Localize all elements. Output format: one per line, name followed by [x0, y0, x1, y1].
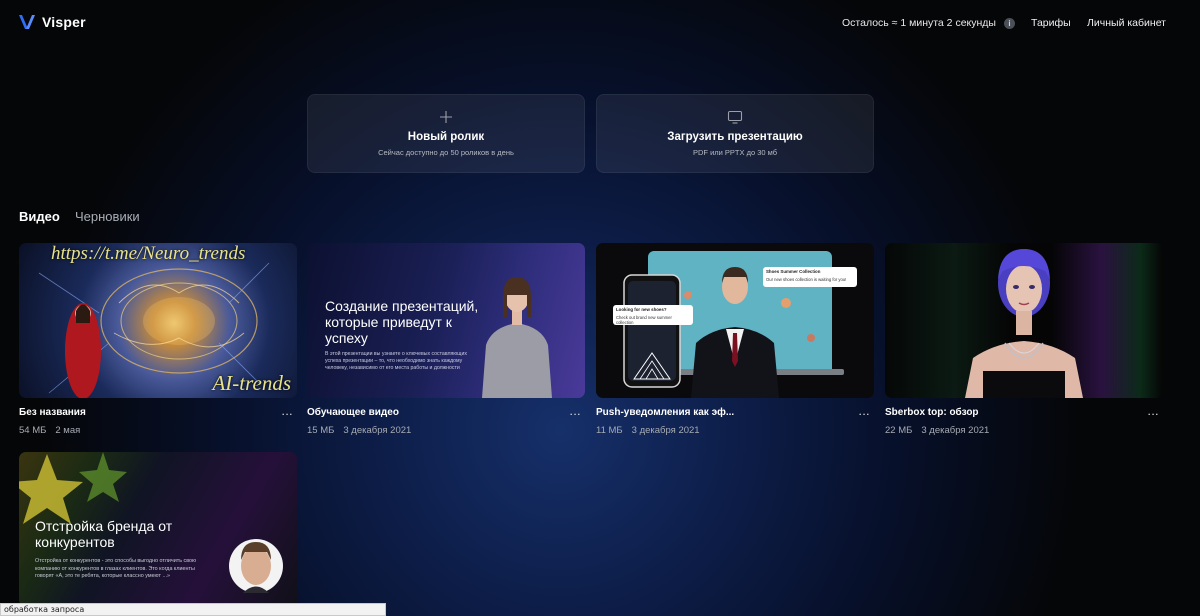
video-thumbnail[interactable] [885, 243, 1163, 398]
visper-logo-icon [19, 15, 35, 29]
avatar-illustration [965, 249, 1083, 398]
upload-presentation-title: Загрузить презентацию [667, 131, 803, 143]
notification-body: Our new shoes collection is waiting for … [766, 277, 847, 282]
thumb-overlay-url: https://t.me/Neuro_trends [51, 243, 246, 264]
video-date: 2 мая [55, 425, 81, 436]
notification-title: Looking for new shoes? [616, 307, 667, 312]
video-thumbnail[interactable]: Отстройка бренда от конкурентов Отстройк… [19, 452, 297, 604]
tab-videos[interactable]: Видео [19, 209, 60, 224]
monitor-icon [727, 110, 743, 124]
more-options-button[interactable]: ... [1147, 405, 1159, 417]
video-meta: 15 МБ 3 декабря 2021 [307, 425, 411, 436]
thumb-heading: Отстройка бренда от конкурентов [35, 518, 173, 550]
browser-status-bar: обработка запроса [0, 603, 386, 616]
thumb-body: В этой презентации вы узнаете о ключевых… [325, 351, 467, 371]
time-remaining-label: Осталось ≈ 1 минута 2 секунды [842, 17, 996, 29]
video-title: Обучающее видео [307, 407, 399, 418]
notification-title: Shoes Summer Collection [766, 269, 821, 274]
time-remaining: Осталось ≈ 1 минута 2 секунды i [842, 17, 1015, 29]
new-video-title: Новый ролик [407, 131, 485, 143]
logo[interactable]: Visper [19, 14, 86, 30]
nav-account-link[interactable]: Личный кабинет [1087, 17, 1166, 29]
video-size: 54 МБ [19, 425, 47, 436]
more-options-button[interactable]: ... [281, 405, 293, 417]
video-thumbnail[interactable]: Shoes Summer Collection Our new shoes co… [596, 243, 874, 398]
video-card[interactable]: Отстройка бренда от конкурентов Отстройк… [19, 452, 297, 604]
nav-tariffs-link[interactable]: Тарифы [1031, 17, 1071, 29]
video-card[interactable]: https://t.me/Neuro_trends AI-trends Без … [19, 243, 297, 436]
upload-presentation-card[interactable]: Загрузить презентацию PDF или PPTX до 30… [596, 94, 874, 173]
video-title: Без названия [19, 407, 86, 418]
more-options-button[interactable]: ... [858, 405, 870, 417]
thumb-body: Отстройка от конкурентов - это способы в… [35, 558, 197, 579]
video-thumbnail[interactable]: https://t.me/Neuro_trends AI-trends [19, 243, 297, 398]
push-notification-card: Shoes Summer Collection Our new shoes co… [763, 267, 857, 287]
top-header: Visper Осталось ≈ 1 минута 2 секунды i Т… [0, 0, 1200, 48]
info-icon[interactable]: i [1003, 17, 1015, 29]
video-card[interactable]: Shoes Summer Collection Our new shoes co… [596, 243, 874, 436]
push-notification-card: Looking for new shoes? Check out brand n… [613, 305, 693, 325]
thumb-overlay-brand: AI-trends [212, 371, 291, 395]
video-title: Push-уведомления как эф... [596, 407, 735, 418]
video-meta: 11 МБ 3 декабря 2021 [596, 425, 700, 436]
presenter-figure [482, 277, 552, 398]
video-size: 15 МБ [307, 425, 335, 436]
video-date: 3 декабря 2021 [921, 425, 990, 436]
new-video-subtitle: Сейчас доступно до 50 роликов в день [378, 148, 514, 157]
video-date: 3 декабря 2021 [631, 425, 700, 436]
tab-drafts[interactable]: Черновики [75, 209, 140, 224]
video-card[interactable]: Sberbox top: обзор ... 22 МБ 3 декабря 2… [885, 243, 1163, 436]
upload-presentation-subtitle: PDF или PPTX до 30 мб [692, 148, 778, 157]
video-size: 22 МБ [885, 425, 913, 436]
video-meta: 22 МБ 3 декабря 2021 [885, 425, 989, 436]
video-thumbnail[interactable]: Создание презентаций, которые приведут к… [307, 243, 585, 398]
video-meta: 54 МБ 2 мая [19, 425, 80, 436]
video-date: 3 декабря 2021 [343, 425, 412, 436]
thumb-heading: Создание презентаций, которые приведут к… [325, 298, 479, 346]
plus-icon [440, 111, 452, 123]
new-video-card[interactable]: Новый ролик Сейчас доступно до 50 ролико… [307, 94, 585, 173]
brand-name: Visper [42, 14, 86, 30]
video-size: 11 МБ [596, 425, 623, 436]
notification-body: Check out brand new summer collection [616, 315, 672, 325]
video-title: Sberbox top: обзор [885, 407, 979, 418]
video-card[interactable]: Создание презентаций, которые приведут к… [307, 243, 585, 436]
more-options-button[interactable]: ... [569, 405, 581, 417]
